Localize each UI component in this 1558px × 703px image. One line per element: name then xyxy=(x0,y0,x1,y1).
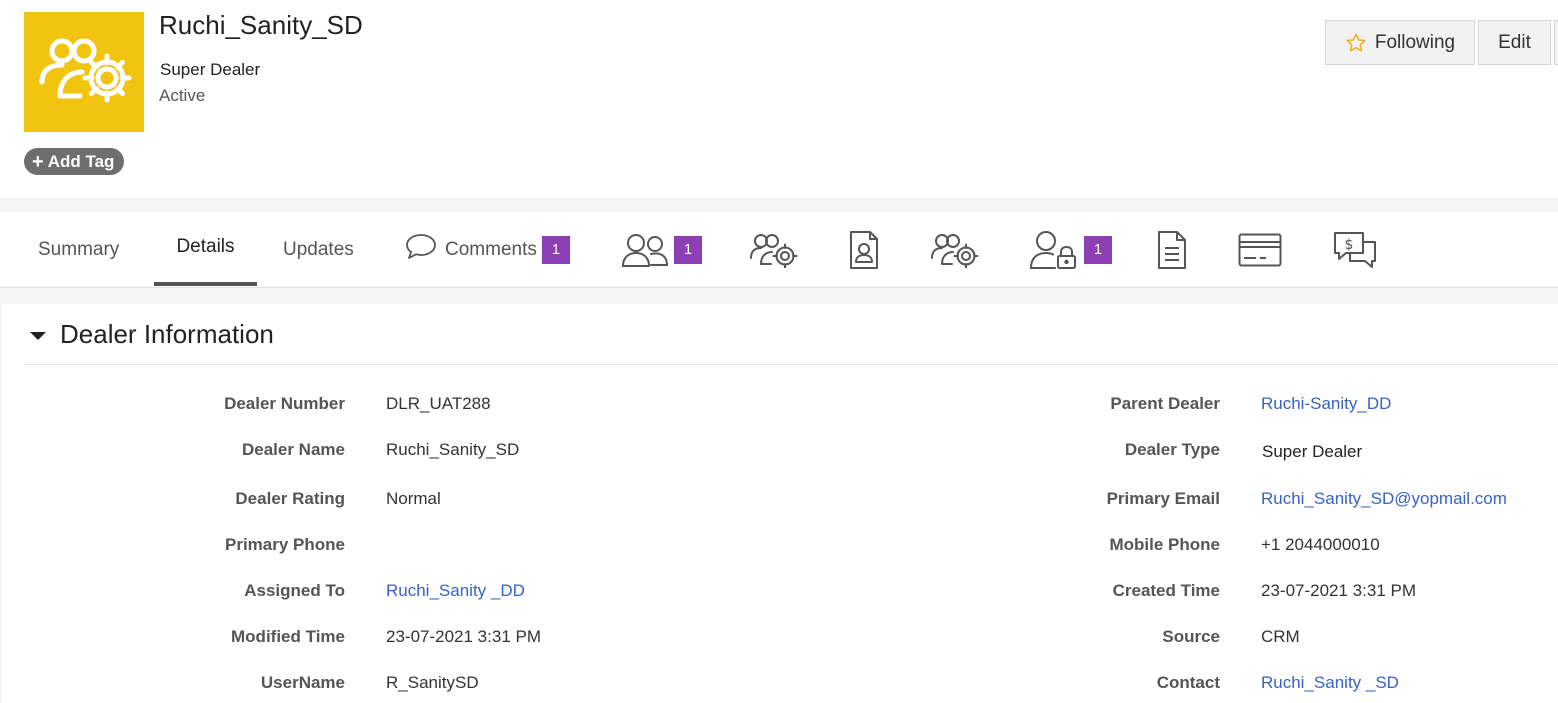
field-label: Primary Email xyxy=(1106,489,1220,508)
dealer-type-value: Super Dealer xyxy=(1262,442,1363,461)
following-button[interactable]: Following xyxy=(1325,20,1475,65)
parent-dealer-link[interactable]: Ruchi-Sanity_DD xyxy=(1261,394,1391,414)
tab-updates[interactable]: Updates xyxy=(283,212,354,287)
tab-sub-dealers[interactable] xyxy=(930,212,980,287)
users-icon xyxy=(621,233,669,267)
details-panel: Dealer Information Dealer Number DLR_UAT… xyxy=(2,304,1558,703)
tab-details[interactable]: Details xyxy=(154,212,257,286)
dealer-rating-value: Normal xyxy=(386,489,441,508)
record-tabs: Summary Details Updates Comments 1 1 1 $ xyxy=(0,212,1558,288)
record-header: Ruchi_Sanity_SD Super Dealer Active + Ad… xyxy=(0,0,1558,198)
tab-documents[interactable] xyxy=(1157,212,1187,287)
field-label: Dealer Number xyxy=(224,394,345,413)
following-label: Following xyxy=(1374,31,1456,53)
assigned-to-link[interactable]: Ruchi_Sanity _DD xyxy=(386,581,525,601)
primary-email-link[interactable]: Ruchi_Sanity_SD@yopmail.com xyxy=(1261,489,1507,509)
tab-dealer-users[interactable]: 1 xyxy=(621,212,702,287)
field-label: Assigned To xyxy=(244,581,345,600)
field-label: Created Time xyxy=(1112,581,1220,600)
created-time-value: 23-07-2021 3:31 PM xyxy=(1261,581,1416,600)
comment-icon xyxy=(406,233,436,259)
mobile-phone-value: +1 2044000010 xyxy=(1261,535,1380,554)
section-dealer-information[interactable]: Dealer Information xyxy=(24,304,1558,365)
tab-contacts[interactable] xyxy=(848,212,880,287)
comments-count-badge: 1 xyxy=(541,235,570,264)
edit-button[interactable]: Edit xyxy=(1478,20,1551,65)
record-status: Active xyxy=(159,86,206,105)
add-tag-label: Add Tag xyxy=(47,151,115,171)
field-label: Source xyxy=(1162,627,1220,646)
field-label: Dealer Type xyxy=(1124,440,1220,459)
dealer-number-value: DLR_UAT288 xyxy=(386,394,491,413)
tab-dealer-roles[interactable] xyxy=(749,212,799,287)
dollar-chat-icon: $ xyxy=(1334,231,1376,268)
dealer-name-value: Ruchi_Sanity_SD xyxy=(386,440,520,459)
tab-payments[interactable] xyxy=(1238,212,1282,287)
svg-text:$: $ xyxy=(1345,237,1354,253)
document-icon xyxy=(1158,230,1186,269)
source-value: CRM xyxy=(1261,627,1300,646)
users-gear-icon xyxy=(39,38,132,103)
tab-comments-label: Comments xyxy=(445,238,537,260)
field-label: Primary Phone xyxy=(225,535,345,554)
field-label: Dealer Rating xyxy=(235,489,345,508)
tab-quotes[interactable]: $ xyxy=(1332,212,1378,287)
user-lock-icon xyxy=(1030,230,1076,269)
field-label: Parent Dealer xyxy=(1110,394,1220,413)
tab-user-access[interactable]: 1 xyxy=(1029,212,1112,287)
tab-comments[interactable]: Comments 1 xyxy=(405,212,570,287)
plus-icon: + xyxy=(32,150,44,173)
caret-down-icon xyxy=(30,332,46,340)
add-tag-button[interactable]: + Add Tag xyxy=(24,148,125,175)
field-label: Dealer Name xyxy=(241,440,345,459)
field-label: UserName xyxy=(260,673,345,692)
username-value: R_SanitySD xyxy=(386,673,479,692)
users-gear-icon xyxy=(750,233,798,268)
field-label: Mobile Phone xyxy=(1109,535,1221,554)
field-label: Contact xyxy=(1156,673,1220,692)
record-type: Super Dealer xyxy=(160,60,261,79)
modified-time-value: 23-07-2021 3:31 PM xyxy=(386,627,541,646)
access-count-badge: 1 xyxy=(1084,235,1112,264)
section-title: Dealer Information xyxy=(60,318,274,349)
contact-card-icon xyxy=(850,230,878,269)
users-gear-icon xyxy=(931,233,979,268)
record-avatar xyxy=(24,12,144,132)
contact-link[interactable]: Ruchi_Sanity _SD xyxy=(1261,673,1399,693)
more-button[interactable] xyxy=(1554,20,1558,65)
tab-summary[interactable]: Summary xyxy=(38,212,119,287)
credit-card-icon xyxy=(1238,233,1282,266)
users-count-badge: 1 xyxy=(674,235,702,264)
field-label: Modified Time xyxy=(231,627,345,646)
record-title: Ruchi_Sanity_SD xyxy=(159,10,363,40)
star-icon xyxy=(1346,32,1366,52)
